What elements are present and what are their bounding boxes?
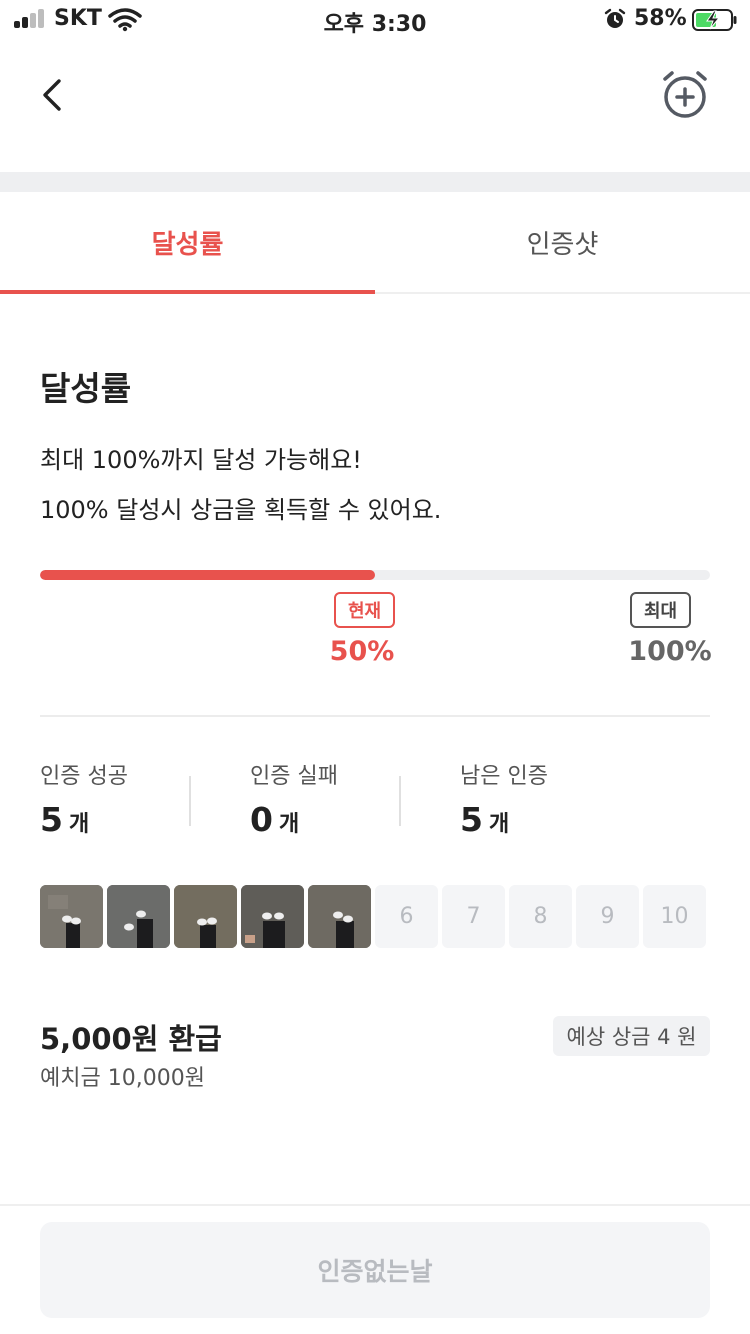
empty-shot-slot: 7	[442, 885, 505, 948]
current-tag: 현재	[334, 592, 396, 628]
description-line-1: 최대 100%까지 달성 가능해요!	[40, 446, 362, 474]
stat-unit: 개	[278, 812, 300, 837]
alarm-add-icon[interactable]	[658, 68, 712, 122]
expected-prize-badge: 예상 상금 4 원	[553, 1016, 710, 1056]
bottom-divider	[0, 1204, 750, 1206]
stat-value: 5	[460, 800, 483, 839]
battery-percent: 58%	[634, 6, 687, 31]
stat-label: 인증 성공	[40, 764, 128, 789]
proof-shot-thumbnail[interactable]	[308, 885, 371, 948]
progress-bar	[40, 570, 710, 580]
proof-shot-thumbnail[interactable]	[107, 885, 170, 948]
proof-shot-thumbnail[interactable]	[40, 885, 103, 948]
max-tag: 최대	[630, 592, 692, 628]
refund-amount: 5,000원 환급	[40, 1022, 222, 1056]
stat-failure: 인증 실패 0개	[250, 758, 400, 839]
tab-bar: 달성률 인증샷	[0, 192, 750, 294]
description-line-2: 100% 달성시 상금을 획득할 수 있어요.	[40, 496, 442, 524]
stat-success: 인증 성공 5개	[40, 758, 190, 839]
tab-achievement[interactable]: 달성률	[0, 192, 375, 294]
tab-proof-shots[interactable]: 인증샷	[375, 192, 750, 292]
divider	[40, 715, 710, 717]
stat-separator	[399, 776, 401, 826]
max-percent: 100%	[628, 636, 712, 667]
alarm-icon	[604, 8, 626, 28]
stat-value: 5	[40, 800, 63, 839]
stat-separator	[189, 776, 191, 826]
empty-shot-slot: 6	[375, 885, 438, 948]
stat-remaining: 남은 인증 5개	[460, 758, 610, 839]
deposit-amount: 예치금 10,000원	[40, 1066, 205, 1091]
stat-unit: 개	[68, 812, 90, 837]
empty-shot-slot: 10	[643, 885, 706, 948]
stat-unit: 개	[488, 812, 510, 837]
current-percent: 50%	[329, 636, 395, 667]
stat-value: 0	[250, 800, 273, 839]
no-proof-day-button[interactable]: 인증없는날	[40, 1222, 710, 1318]
back-button[interactable]	[30, 70, 74, 120]
chevron-left-icon	[43, 79, 61, 111]
stat-label: 인증 실패	[250, 764, 338, 789]
proof-shot-thumbnail[interactable]	[241, 885, 304, 948]
section-separator	[0, 172, 750, 192]
progress-fill	[40, 570, 375, 580]
status-bar: SKT 오후 3:30 58%	[0, 0, 750, 40]
proof-shot-thumbnail[interactable]	[174, 885, 237, 948]
section-title: 달성률	[40, 369, 132, 408]
empty-shot-slot: 9	[576, 885, 639, 948]
proof-shots-strip: 6 7 8 9 10	[40, 885, 710, 948]
stat-label: 남은 인증	[460, 764, 548, 789]
empty-shot-slot: 8	[509, 885, 572, 948]
battery-charging-icon	[692, 9, 737, 31]
